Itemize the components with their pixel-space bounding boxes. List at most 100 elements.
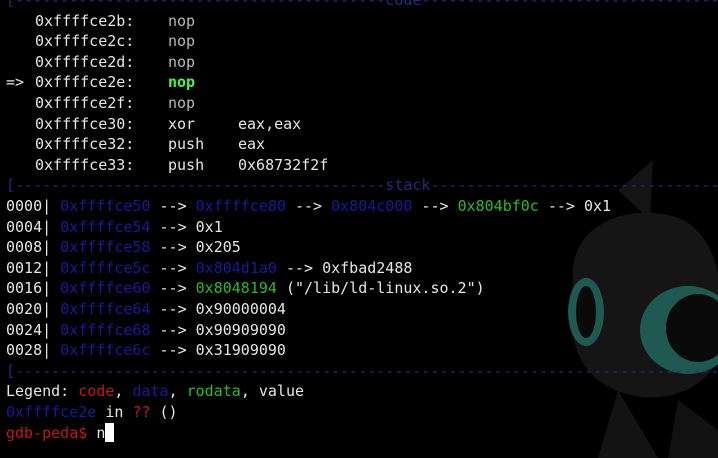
stack-separator-dashes-left: [---------------------------------------… <box>6 176 386 195</box>
code-separator-dashes-right: ----------------------------------------… <box>421 0 718 9</box>
instruction-mnemonic: push <box>168 155 205 174</box>
stack-address[interactable]: 0xffffce64 <box>60 300 150 318</box>
stack-value: ("/lib/ld-linux.so.2") <box>276 279 485 298</box>
location-in: in <box>96 403 133 421</box>
prompt-label: gdb-peda$ <box>6 423 88 442</box>
pointer-arrow: --> <box>412 197 458 215</box>
code-row: 0xffffce2c: nop <box>6 31 238 52</box>
stack-row: 0028| 0xffffce6c --> 0x31909090 <box>6 340 286 361</box>
stack-row: 0012| 0xffffce5c --> 0x804d1a0 --> 0xfba… <box>6 258 412 279</box>
stack-value: 0x90909090 <box>195 320 286 339</box>
code-separator-dashes-left: [---------------------------------------… <box>6 0 386 9</box>
location-line: 0xffffce2e in ?? () <box>6 402 178 423</box>
stack-offset: 0020| <box>6 300 52 318</box>
stack-gap <box>51 218 60 236</box>
stack-row: 0004| 0xffffce54 --> 0x1 <box>6 217 223 238</box>
bottom-separator-dashes: [---------------------------------------… <box>6 361 718 380</box>
stack-value: 0x31909090 <box>195 341 286 360</box>
stack-value: 0x8048194 <box>195 279 277 298</box>
legend-value: value <box>258 382 305 401</box>
location-args: () <box>150 403 178 421</box>
pointer-arrow: --> <box>150 258 196 277</box>
instruction-address[interactable]: 0xffffce2f: <box>35 93 168 114</box>
pointer-arrow: --> <box>285 197 332 215</box>
code-separator-title: code <box>385 0 422 9</box>
stack-address[interactable]: 0xffffce6c <box>60 341 150 359</box>
instruction-address[interactable]: 0xffffce30: <box>35 114 168 135</box>
terminal-window[interactable]: [---------------------------------------… <box>0 0 718 458</box>
code-row: => 0xffffce2e: nop <box>6 72 238 93</box>
code-row: 0xffffce32: push eax <box>6 134 265 155</box>
stack-gap <box>51 238 60 256</box>
legend-sep: , <box>114 382 133 401</box>
stack-separator: [---------------------------------------… <box>6 175 718 196</box>
legend-line: Legend: code, data, rodata, value <box>6 381 304 402</box>
stack-address[interactable]: 0xffffce50 <box>60 197 150 215</box>
legend-rodata: rodata <box>186 382 241 401</box>
code-row: 0xffffce2f: nop <box>6 93 238 114</box>
legend-data: data <box>132 382 169 401</box>
command-input[interactable]: n <box>96 424 105 442</box>
stack-gap <box>51 321 60 339</box>
pointer-arrow: --> <box>150 217 196 236</box>
stack-gap <box>51 259 60 277</box>
stack-row: 0020| 0xffffce64 --> 0x90000004 <box>6 299 286 320</box>
stack-offset: 0008| <box>6 238 52 257</box>
stack-offset: 0004| <box>6 217 52 236</box>
code-row: 0xffffce2b: nop <box>6 11 238 32</box>
stack-value: 0x1 <box>195 217 223 236</box>
stack-offset: 0024| <box>6 320 52 339</box>
stack-row: 0000| 0xffffce50 --> 0xffffce80 --> 0x80… <box>6 196 611 217</box>
code-row: 0xffffce33: push 0x68732f2f <box>6 155 328 176</box>
stack-address[interactable]: 0xffffce58 <box>60 238 150 256</box>
instruction-operands: eax,eax <box>238 114 302 133</box>
code-row: 0xffffce30: xor eax,eax <box>6 114 301 135</box>
pointer-arrow: --> <box>150 238 196 257</box>
pointer-arrow: --> <box>538 197 584 215</box>
bottom-separator: [---------------------------------------… <box>6 361 718 382</box>
stack-gap <box>51 300 60 318</box>
pointer-arrow: --> <box>276 258 323 277</box>
legend-label: Legend: <box>6 382 79 401</box>
instruction-mnemonic: push <box>168 135 205 154</box>
prompt-line: gdb-peda$ n <box>6 422 115 444</box>
pointer-arrow: --> <box>150 279 196 298</box>
instruction-address[interactable]: 0xffffce2c: <box>35 31 168 52</box>
prompt-gap <box>87 424 96 442</box>
code-row: 0xffffce2d: nop <box>6 52 238 73</box>
instruction-address[interactable]: 0xffffce2b: <box>35 11 168 32</box>
legend-sep: , <box>168 382 187 401</box>
stack-address[interactable]: 0xffffce54 <box>60 218 150 236</box>
current-instruction-marker: => <box>6 73 25 92</box>
instruction-operands: eax <box>238 135 266 154</box>
stack-value: 0x804d1a0 <box>195 258 277 277</box>
instruction-mnemonic: nop <box>168 32 196 51</box>
stack-offset: 0028| <box>6 341 52 360</box>
instruction-mnemonic: nop <box>168 94 196 112</box>
legend-code: code <box>78 382 115 401</box>
instruction-address[interactable]: 0xffffce2e: <box>35 72 168 93</box>
stack-value: 0x804c000 <box>331 197 413 215</box>
stack-address[interactable]: 0xffffce5c <box>60 259 150 277</box>
instruction-address[interactable]: 0xffffce33: <box>35 155 168 176</box>
stack-value: 0x90000004 <box>195 300 286 318</box>
pointer-arrow: --> <box>150 197 196 215</box>
instruction-mnemonic: nop <box>168 52 196 71</box>
stack-gap <box>51 279 60 297</box>
stack-value: 0xffffce80 <box>195 197 286 215</box>
stack-gap <box>51 341 60 359</box>
stack-value: 0x1 <box>584 197 612 215</box>
stack-offset: 0012| <box>6 258 52 277</box>
stack-separator-title: stack <box>385 176 431 195</box>
stack-offset: 0016| <box>6 279 52 298</box>
location-address: 0xffffce2e <box>6 403 97 421</box>
stack-row: 0016| 0xffffce60 --> 0x8048194 ("/lib/ld… <box>6 278 485 299</box>
instruction-address[interactable]: 0xffffce2d: <box>35 52 168 73</box>
instruction-mnemonic: xor <box>168 114 196 133</box>
stack-address[interactable]: 0xffffce60 <box>60 279 150 297</box>
stack-offset: 0000| <box>6 197 52 215</box>
text-cursor <box>105 422 115 442</box>
stack-separator-dashes-right: ----------------------------------------… <box>430 176 718 195</box>
stack-address[interactable]: 0xffffce68 <box>60 321 150 339</box>
instruction-address[interactable]: 0xffffce32: <box>35 134 168 155</box>
